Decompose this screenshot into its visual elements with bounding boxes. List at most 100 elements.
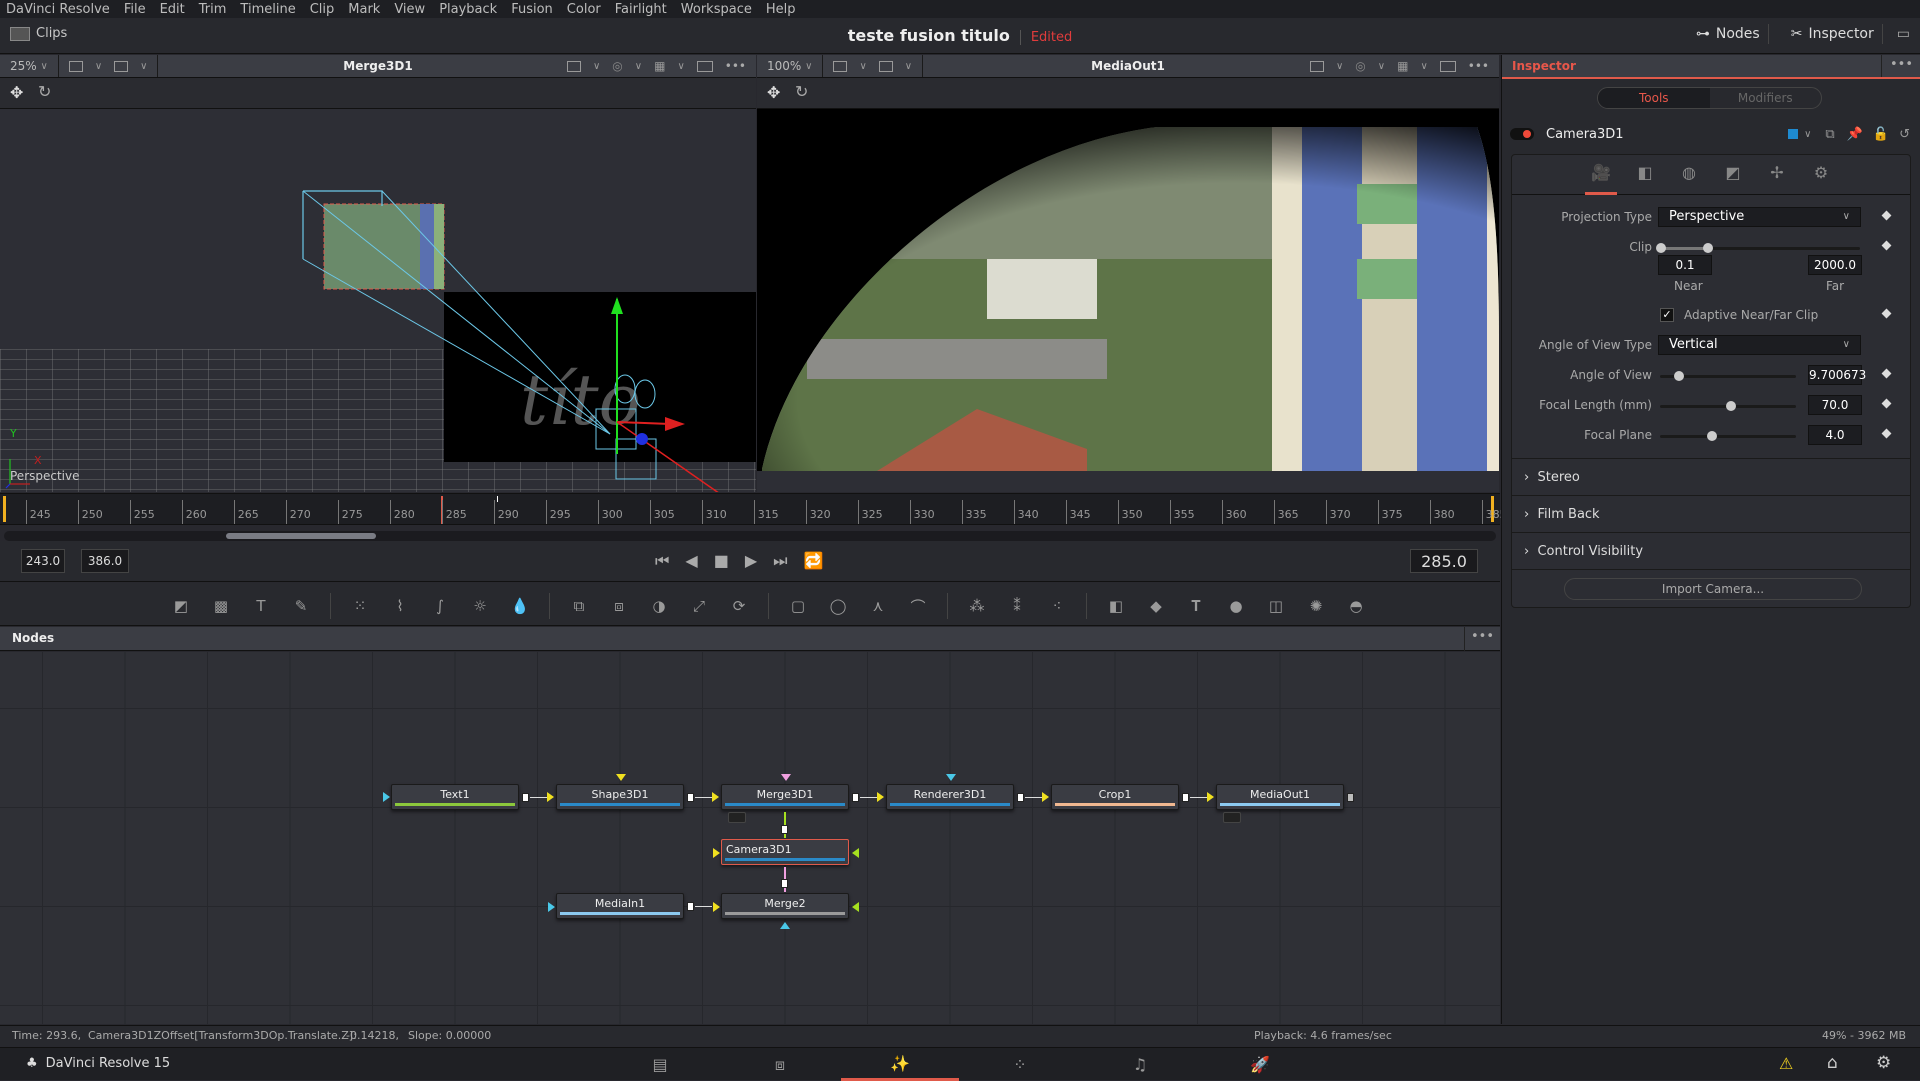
lock-icon[interactable]: 🔓 (1873, 127, 1889, 142)
focal-length-knob[interactable] (1726, 401, 1736, 411)
menu-mark[interactable]: Mark (348, 2, 380, 17)
renderer-3d-icon[interactable]: ◓ (1345, 595, 1367, 617)
input-port[interactable] (852, 902, 859, 912)
nodes-toggle-button[interactable]: ⊶ Nodes (1688, 24, 1769, 44)
menu-app[interactable]: DaVinci Resolve (6, 2, 110, 17)
keyframe-diamond-icon[interactable] (1881, 240, 1892, 251)
focal-length-field[interactable]: 70.0 (1808, 395, 1862, 415)
node-renderer3d1[interactable]: Renderer3D1 (886, 784, 1014, 810)
node-camera3d1[interactable]: Camera3D1 (721, 839, 849, 865)
adaptive-clip-checkbox[interactable]: ✓ (1660, 308, 1674, 322)
time-ruler[interactable]: 245 250 255 260 265 270 275 280 285 290 295 300 305 3… (0, 493, 1507, 525)
menu-help[interactable]: Help (766, 2, 796, 17)
keyframe-diamond-icon[interactable] (1881, 210, 1892, 221)
section-film-back[interactable]: › Film Back (1512, 495, 1910, 532)
grid-icon[interactable]: ▦ (654, 59, 665, 73)
fit-icon[interactable] (1439, 60, 1456, 72)
tool-color-swatch[interactable] (1788, 129, 1799, 139)
input-port[interactable] (877, 792, 884, 802)
inspector-more-options-icon[interactable]: ••• (1881, 55, 1920, 77)
input-port[interactable] (946, 774, 956, 781)
node-mediaout1[interactable]: MediaOut1 (1216, 784, 1344, 810)
node-text1[interactable]: Text1 (391, 784, 519, 810)
particle-emitter-icon[interactable]: ⁂ (966, 595, 988, 617)
merge-tool-icon[interactable]: ⧉ (568, 595, 590, 617)
output-port[interactable] (1017, 793, 1024, 802)
fullscreen-toggle-icon[interactable]: ▭ (1897, 26, 1910, 42)
aov-type-dropdown[interactable]: Vertical ∨ (1658, 335, 1861, 355)
controls-tab-material-icon[interactable]: ◍ (1675, 163, 1703, 187)
node-shape3d1[interactable]: Shape3D1 (556, 784, 684, 810)
ellipse-mask-icon[interactable]: ◯ (827, 595, 849, 617)
connection-line[interactable] (530, 797, 547, 798)
input-port[interactable] (383, 792, 390, 802)
input-port[interactable] (616, 774, 626, 781)
input-port[interactable] (713, 848, 720, 858)
color-channel-icon[interactable]: ◎ (1355, 59, 1365, 73)
tool-enable-toggle[interactable] (1510, 128, 1534, 140)
right-viewer-zoom-select[interactable]: 100% ∨ (757, 55, 824, 77)
tab-tools[interactable]: Tools (1598, 88, 1710, 108)
menu-trim[interactable]: Trim (199, 2, 227, 17)
pan-icon[interactable]: ✥ (767, 83, 780, 102)
more-options-icon[interactable]: ••• (1468, 59, 1489, 73)
play-forward-button[interactable]: ▶ (745, 551, 757, 571)
current-time-field[interactable]: 285.0 (1410, 549, 1478, 573)
home-icon[interactable]: ⌂ (1827, 1053, 1838, 1073)
go-to-end-button[interactable]: ⏭ (773, 551, 787, 571)
left-viewer-3d-scene[interactable]: títo Y X Perspective (0, 109, 756, 492)
input-port[interactable] (1207, 792, 1214, 802)
roi-icon[interactable] (878, 60, 893, 72)
split-view-icon[interactable] (833, 60, 848, 72)
focal-plane-knob[interactable] (1707, 431, 1717, 441)
image-plane-3d-icon[interactable]: ◧ (1105, 595, 1127, 617)
keyframe-diamond-icon[interactable] (1881, 428, 1892, 439)
pan-icon[interactable]: ✥ (10, 83, 23, 102)
play-reverse-button[interactable]: ◀ (685, 551, 697, 571)
controls-tab-image-icon[interactable]: ◧ (1631, 163, 1659, 187)
keyframe-diamond-icon[interactable] (1881, 368, 1892, 379)
page-color-icon[interactable]: ⁘ (961, 1048, 1079, 1081)
shape-3d-icon[interactable]: ◆ (1145, 595, 1167, 617)
output-port[interactable] (1347, 793, 1354, 802)
background-tool-icon[interactable]: ◩ (170, 595, 192, 617)
text-3d-icon[interactable]: 𝐓 (1185, 595, 1207, 617)
resize-tool-icon[interactable]: ⤢ (688, 595, 710, 617)
menu-clip[interactable]: Clip (310, 2, 335, 17)
node-merge3d1[interactable]: Merge3D1 (721, 784, 849, 810)
fit-icon[interactable] (696, 60, 713, 72)
page-cut-icon[interactable]: ⧈ (721, 1048, 839, 1081)
loop-button[interactable]: 🔁 (804, 551, 824, 571)
input-port[interactable] (547, 792, 554, 802)
polygon-mask-icon[interactable]: ⋏ (867, 595, 889, 617)
inspector-toggle-button[interactable]: ✂ Inspector (1783, 24, 1883, 44)
clip-range-slider[interactable] (1656, 243, 1860, 253)
page-media-icon[interactable]: ▤ (601, 1048, 719, 1081)
page-deliver-icon[interactable]: 🚀 (1201, 1048, 1319, 1081)
rotate-icon[interactable]: ↻ (38, 82, 51, 101)
far-field[interactable]: 2000.0 (1808, 255, 1862, 275)
input-port[interactable] (852, 848, 859, 858)
input-port[interactable] (781, 774, 791, 781)
controls-tab-camera-icon[interactable]: 🎥 (1585, 163, 1617, 195)
import-camera-button[interactable]: Import Camera... (1564, 578, 1862, 600)
node-merge2[interactable]: Merge2 (721, 893, 849, 919)
controls-tab-projection-icon[interactable]: ◩ (1719, 163, 1747, 187)
split-view-icon[interactable] (68, 60, 83, 72)
nodes-more-options-icon[interactable]: ••• (1464, 627, 1500, 651)
rectangle-mask-icon[interactable]: ▢ (787, 595, 809, 617)
aov-knob[interactable] (1674, 371, 1684, 381)
transform-tool-icon[interactable]: ⟳ (728, 595, 750, 617)
bspline-mask-icon[interactable]: ⌒ (907, 595, 929, 617)
particle-merge-icon[interactable]: ⁖ (1046, 595, 1068, 617)
warning-icon[interactable]: ⚠ (1779, 1054, 1793, 1073)
page-fairlight-icon[interactable]: ♫ (1081, 1048, 1199, 1081)
keyframe-diamond-icon[interactable] (1881, 308, 1892, 319)
section-stereo[interactable]: › Stereo (1512, 458, 1910, 495)
menu-timeline[interactable]: Timeline (240, 2, 295, 17)
input-port[interactable] (712, 792, 719, 802)
render-start-marker[interactable] (3, 496, 6, 522)
rotate-icon[interactable]: ↻ (795, 82, 808, 101)
connection-line[interactable] (695, 906, 712, 907)
output-port[interactable] (781, 825, 788, 834)
